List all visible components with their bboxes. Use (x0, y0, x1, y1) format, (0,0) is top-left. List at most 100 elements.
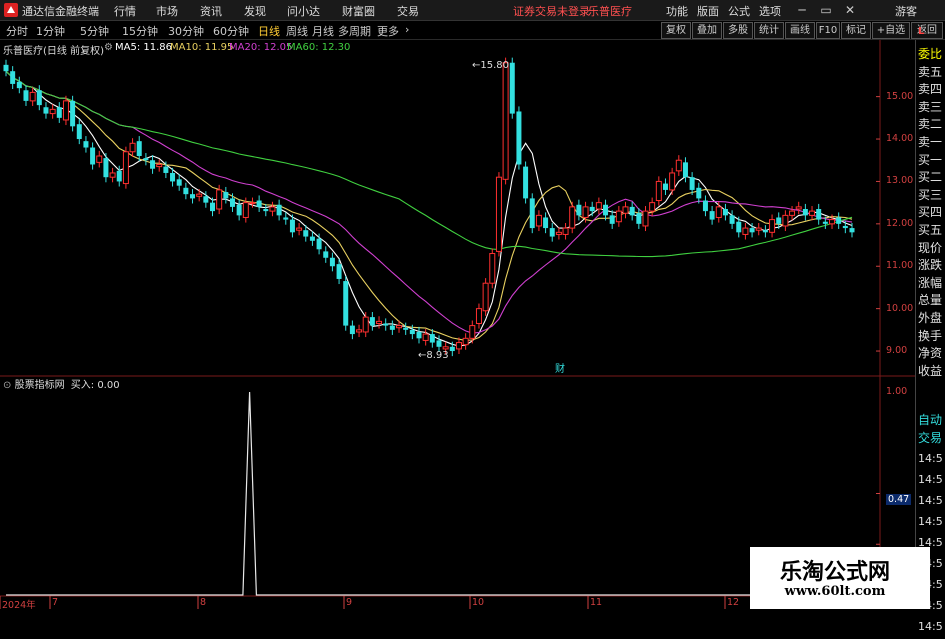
candle[interactable] (569, 201, 576, 234)
guest-label[interactable]: 游客 (895, 3, 917, 19)
period-monthly[interactable]: 月线 (312, 23, 334, 39)
add-favorite-button[interactable]: +自选 (872, 22, 910, 39)
candle[interactable] (516, 106, 522, 170)
candle[interactable] (462, 333, 469, 350)
period-daily[interactable]: 日线 (258, 23, 280, 39)
candle[interactable] (16, 76, 22, 94)
candle[interactable] (156, 159, 163, 172)
menu-layout[interactable]: 版面 (697, 3, 719, 19)
candle[interactable] (329, 252, 335, 272)
period-30min[interactable]: 30分钟 (168, 23, 204, 39)
candle[interactable] (256, 195, 262, 212)
candle[interactable] (183, 182, 189, 200)
candle[interactable] (223, 186, 229, 204)
candle[interactable] (642, 206, 649, 232)
candle[interactable] (502, 57, 509, 185)
candle[interactable] (343, 275, 349, 331)
candle[interactable] (29, 87, 36, 106)
menu-wenxiaoda[interactable]: 问小达 (287, 3, 320, 19)
candle[interactable] (649, 197, 656, 217)
candle[interactable] (709, 206, 715, 225)
menu-trade[interactable]: 交易 (397, 3, 419, 19)
candle[interactable] (475, 303, 482, 329)
candle[interactable] (682, 157, 688, 183)
more-chevron-icon[interactable]: › (405, 23, 409, 36)
candle[interactable] (150, 155, 156, 174)
candle[interactable] (422, 328, 429, 346)
period-intraday[interactable]: 分时 (6, 23, 28, 39)
candle[interactable] (349, 320, 355, 340)
candle[interactable] (389, 320, 395, 335)
candle[interactable] (263, 203, 269, 217)
auto-trade-block[interactable]: 自动 交易 (916, 412, 945, 447)
menu-discover[interactable]: 发现 (244, 3, 266, 19)
menu-wealth[interactable]: 财富圈 (342, 3, 375, 19)
candle[interactable] (509, 57, 515, 119)
candle[interactable] (589, 201, 595, 217)
candle[interactable] (603, 199, 609, 221)
candle[interactable] (609, 210, 615, 229)
candle[interactable] (276, 199, 282, 221)
candle[interactable] (769, 214, 776, 238)
candle[interactable] (622, 201, 629, 219)
kline-chart-area[interactable] (0, 40, 915, 609)
menu-info[interactable]: 资讯 (200, 3, 222, 19)
minimize-icon[interactable]: ─ (794, 2, 810, 18)
stats-button[interactable]: 统计 (754, 22, 784, 39)
mark-button[interactable]: 标记 (841, 22, 871, 39)
candle[interactable] (675, 155, 682, 176)
candle[interactable] (722, 203, 728, 221)
candle[interactable] (103, 153, 109, 183)
menu-hq[interactable]: 行情 (114, 3, 136, 19)
candle[interactable] (383, 318, 389, 331)
candle[interactable] (23, 85, 29, 106)
candle[interactable] (323, 246, 329, 263)
candle[interactable] (269, 201, 276, 217)
candle[interactable] (629, 201, 635, 221)
period-1min[interactable]: 1分钟 (36, 23, 65, 39)
candle[interactable] (655, 176, 662, 206)
period-15min[interactable]: 15分钟 (122, 23, 158, 39)
adjust-button[interactable]: 复权 (661, 22, 691, 39)
candle[interactable] (636, 208, 642, 229)
candle[interactable] (809, 206, 816, 221)
candle[interactable] (729, 210, 735, 229)
candle[interactable] (236, 199, 242, 221)
candle[interactable] (742, 222, 749, 240)
candle[interactable] (715, 201, 722, 223)
candle[interactable] (795, 201, 802, 215)
candle[interactable] (136, 136, 142, 162)
restore-icon[interactable]: ▭ (818, 2, 834, 18)
candle[interactable] (595, 197, 602, 215)
candle[interactable] (109, 167, 116, 183)
candle[interactable] (70, 95, 76, 132)
candle[interactable] (576, 199, 582, 221)
candle[interactable] (755, 222, 762, 236)
candle[interactable] (129, 138, 136, 157)
candle[interactable] (535, 210, 542, 232)
candle[interactable] (789, 206, 796, 221)
candle[interactable] (296, 222, 303, 236)
candle[interactable] (96, 150, 103, 168)
candle[interactable] (562, 222, 569, 240)
indicator-settings-icon[interactable]: ⊙ (3, 380, 11, 391)
candle[interactable] (662, 178, 668, 196)
candle[interactable] (316, 233, 322, 255)
candle[interactable] (615, 206, 622, 227)
candle[interactable] (816, 203, 822, 225)
candle[interactable] (143, 153, 149, 166)
candle[interactable] (362, 312, 369, 338)
candle[interactable] (196, 189, 203, 202)
candle[interactable] (702, 195, 708, 217)
period-multi[interactable]: 多周期 (338, 23, 371, 39)
candle[interactable] (669, 167, 676, 196)
candle[interactable] (83, 136, 89, 153)
candle[interactable] (122, 146, 129, 189)
draw-button[interactable]: 画线 (785, 22, 815, 39)
candle[interactable] (10, 66, 16, 90)
candle[interactable] (49, 104, 56, 119)
multi-stock-button[interactable]: 多股 (723, 22, 753, 39)
candle[interactable] (529, 193, 535, 234)
candle[interactable] (3, 59, 9, 77)
candle[interactable] (356, 324, 363, 338)
